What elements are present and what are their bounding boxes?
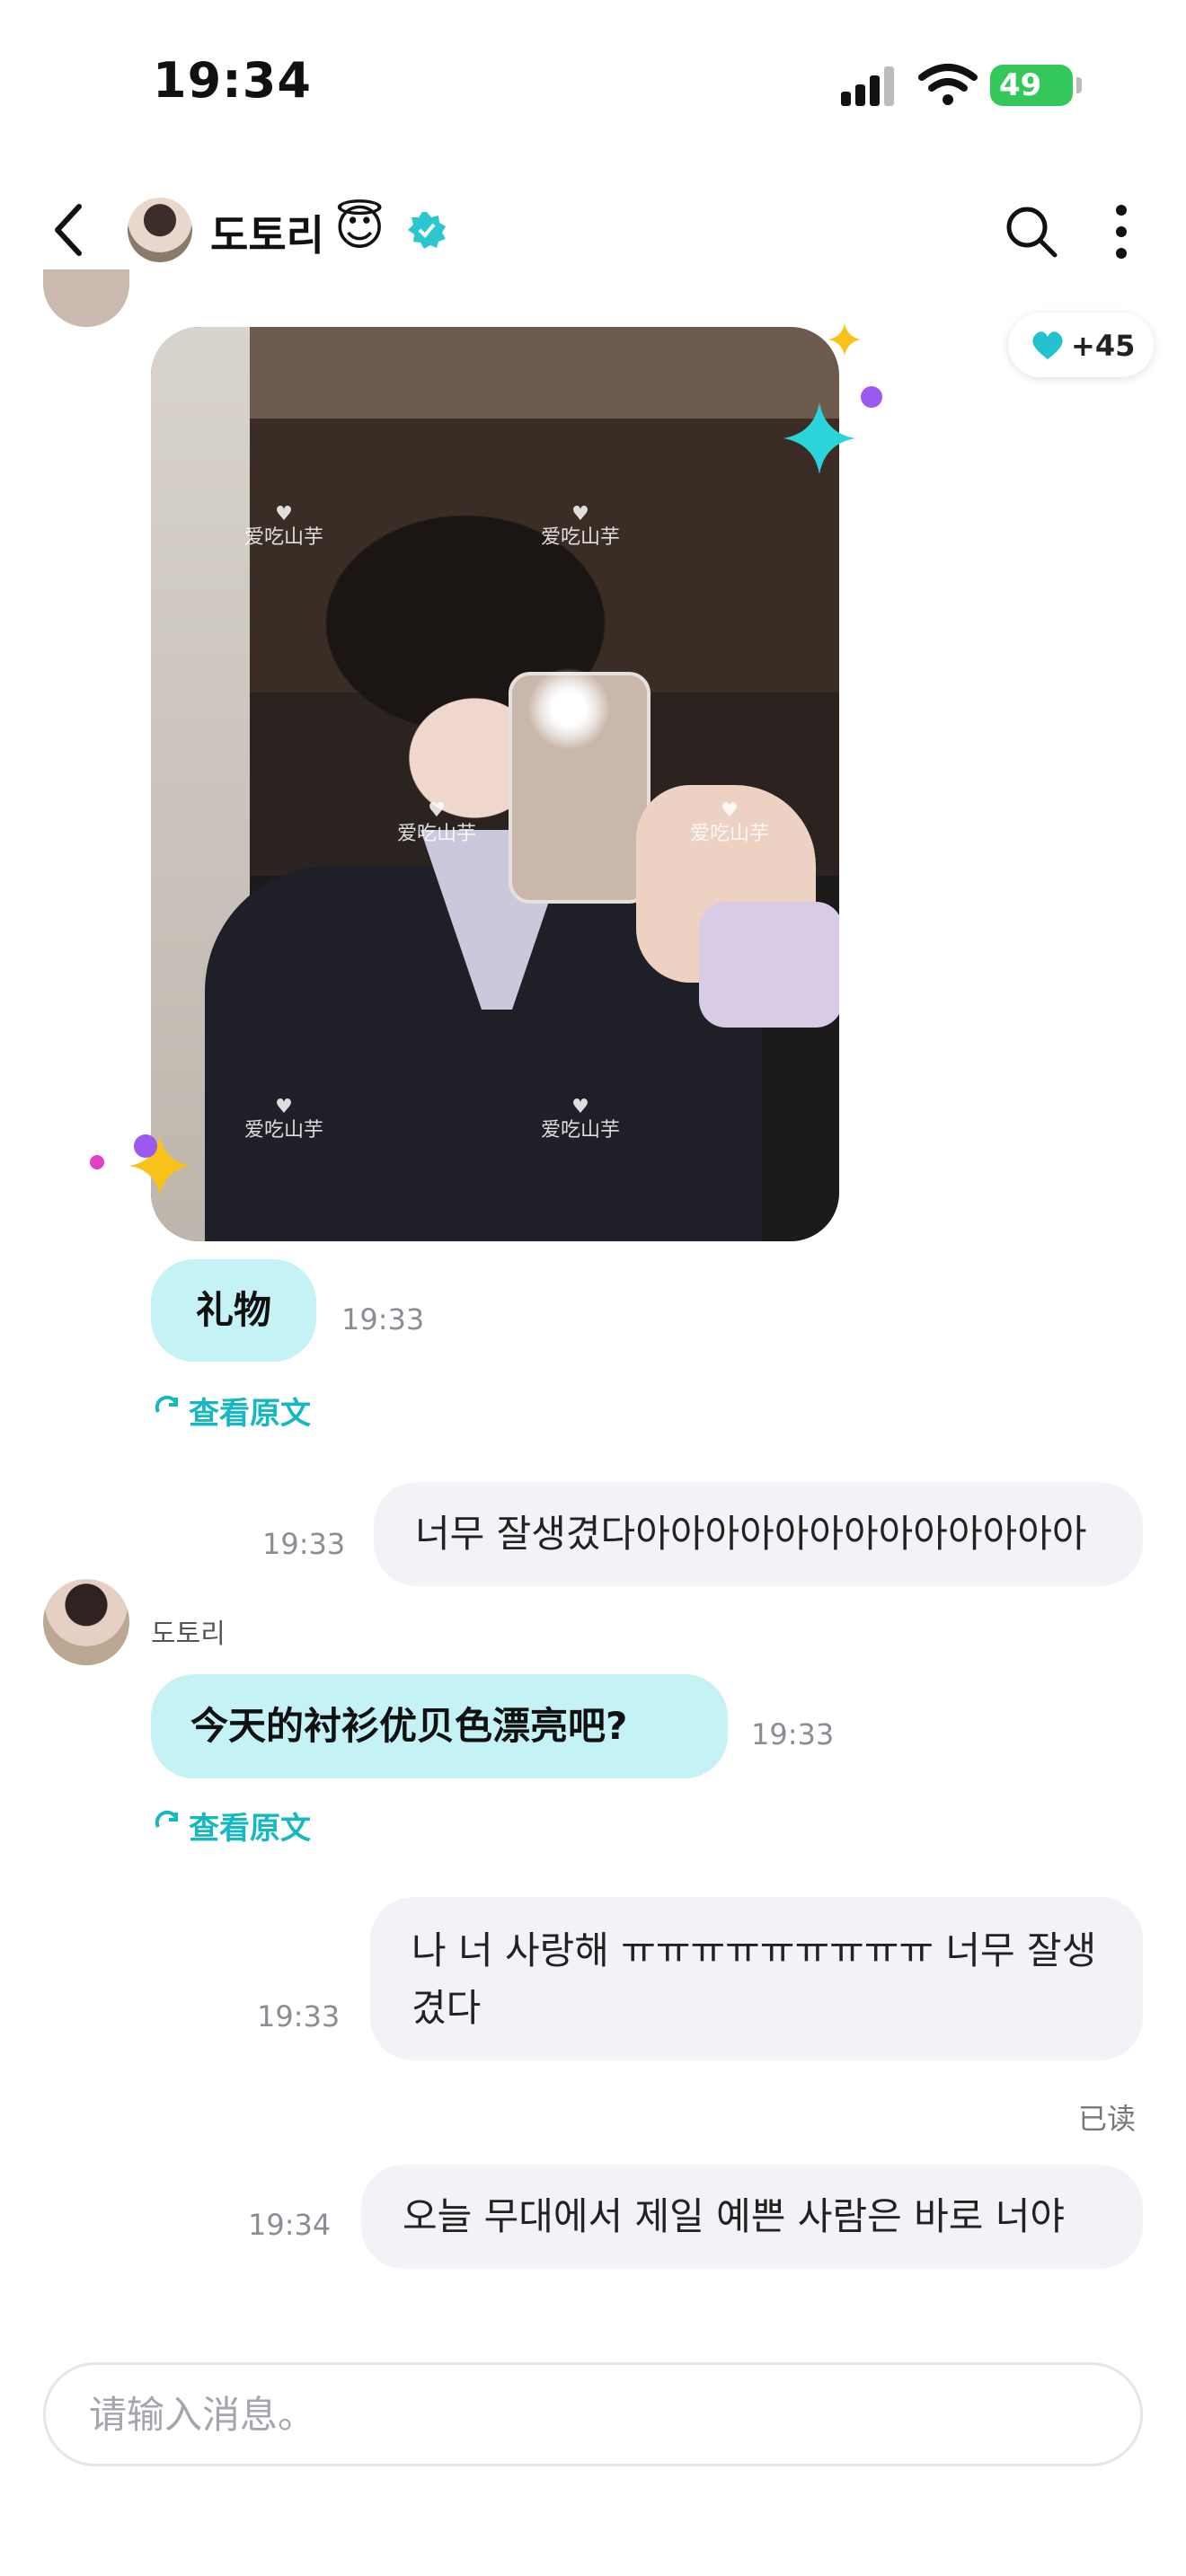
chat-title: 도토리 (210, 211, 324, 260)
status-time: 19:34 (153, 52, 312, 109)
read-receipt: 已读 (1078, 2102, 1137, 2136)
watermark-text: ♥ 爱吃山芋 (690, 799, 770, 846)
sender-name: 도토리 (151, 1619, 226, 1650)
message-time: 19:34 (248, 2208, 332, 2242)
view-original-link[interactable]: 查看原文 (189, 1804, 311, 1848)
heart-count: +45 (1071, 329, 1136, 363)
halo-emoji: 😇 (334, 199, 385, 256)
message-time: 19:33 (341, 1302, 425, 1337)
translate-refresh-icon[interactable] (153, 1809, 181, 1838)
heart-icon (1032, 331, 1063, 359)
back-icon[interactable] (50, 201, 86, 259)
translate-refresh-icon[interactable] (153, 1394, 181, 1423)
battery-indicator: 49 (990, 65, 1073, 106)
message-time: 19:33 (257, 1999, 341, 2033)
photo-message[interactable]: ♥ 爱吃山芋 ♥ 爱吃山芋 ♥ 爱吃山芋 ♥ 爱吃山芋 ♥ 爱吃山芋 ♥ 爱吃山芋 (151, 327, 839, 1241)
search-icon[interactable] (1003, 203, 1060, 260)
sparkle-icon (828, 323, 861, 356)
message-time: 19:33 (262, 1527, 346, 1561)
sender-avatar-partial[interactable] (43, 269, 129, 327)
sparkle-icon (90, 1155, 104, 1169)
message-input-container[interactable] (43, 2362, 1143, 2466)
watermark-text: ♥ 爱吃山芋 (397, 799, 477, 846)
header-avatar[interactable] (128, 198, 192, 262)
watermark-text: ♥ 爱吃山芋 (541, 1096, 621, 1142)
outgoing-message-bubble[interactable]: 나 너 사랑해 ㅠㅠㅠㅠㅠㅠㅠㅠㅠ 너무 잘생겼다 (370, 1897, 1143, 2060)
heart-count-badge[interactable]: +45 (1008, 313, 1154, 377)
sender-avatar[interactable] (43, 1579, 129, 1665)
watermark-text: ♥ 爱吃山芋 (244, 1096, 324, 1142)
incoming-message-bubble[interactable]: 今天的衬衫优贝色漂亮吧? (151, 1674, 728, 1778)
watermark-text: ♥ 爱吃山芋 (244, 503, 324, 550)
message-time: 19:33 (751, 1717, 835, 1751)
sparkle-icon (861, 386, 882, 408)
outgoing-message-bubble[interactable]: 너무 잘생겼다아아아아아아아아아아아아아 (374, 1482, 1143, 1586)
wifi-icon (918, 64, 978, 105)
signal-icon (841, 65, 897, 106)
message-input[interactable] (46, 2365, 1140, 2464)
sparkle-icon (134, 1134, 157, 1158)
verified-badge-icon (408, 212, 446, 249)
more-options-icon[interactable] (1114, 203, 1128, 260)
sparkle-icon (783, 402, 855, 474)
outgoing-message-bubble[interactable]: 오늘 무대에서 제일 예쁜 사람은 바로 너야 (361, 2165, 1143, 2269)
watermark-text: ♥ 爱吃山芋 (541, 503, 621, 550)
battery-cap (1076, 77, 1082, 93)
incoming-message-bubble[interactable]: 礼物 (151, 1259, 316, 1362)
view-original-link[interactable]: 查看原文 (189, 1389, 311, 1433)
